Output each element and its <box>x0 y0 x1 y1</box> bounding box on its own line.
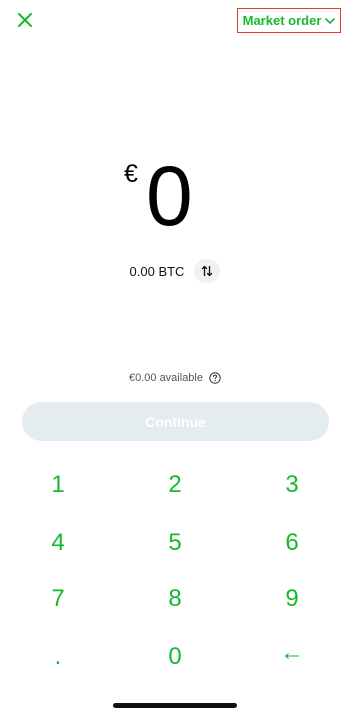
key-6[interactable]: 6 <box>242 520 342 566</box>
key-7[interactable]: 7 <box>8 576 108 622</box>
key-4[interactable]: 4 <box>8 520 108 566</box>
key-decimal[interactable]: . <box>8 634 108 680</box>
continue-button[interactable]: Continue <box>22 402 329 441</box>
crypto-equivalent: 0.00 BTC <box>129 263 185 279</box>
amount-display: € 0 <box>0 154 350 244</box>
order-type-label: Market order <box>242 13 322 28</box>
key-3[interactable]: 3 <box>242 462 342 508</box>
swap-vertical-icon <box>202 265 213 277</box>
close-icon <box>18 13 32 27</box>
amount-value: 0 <box>146 149 193 243</box>
key-5[interactable]: 5 <box>125 520 225 566</box>
key-1[interactable]: 1 <box>8 462 108 508</box>
backspace-key[interactable]: ← <box>242 630 342 676</box>
currency-symbol: € <box>124 160 138 188</box>
close-button[interactable] <box>13 8 37 32</box>
help-icon[interactable] <box>209 372 221 384</box>
home-indicator <box>113 703 237 708</box>
key-8[interactable]: 8 <box>125 576 225 622</box>
numeric-keypad: 1 2 3 4 5 6 7 8 9 . 0 ← <box>0 462 350 692</box>
crypto-equivalent-row: 0.00 BTC <box>0 258 350 284</box>
key-2[interactable]: 2 <box>125 462 225 508</box>
available-balance: €0.00 available <box>0 369 350 387</box>
available-balance-text: €0.00 available <box>128 372 203 384</box>
order-type-dropdown[interactable]: Market order <box>237 8 341 33</box>
swap-currency-button[interactable] <box>194 259 221 283</box>
continue-label: Continue <box>145 413 206 430</box>
chevron-down-icon <box>325 17 336 24</box>
key-9[interactable]: 9 <box>242 576 342 622</box>
key-0[interactable]: 0 <box>125 634 225 680</box>
